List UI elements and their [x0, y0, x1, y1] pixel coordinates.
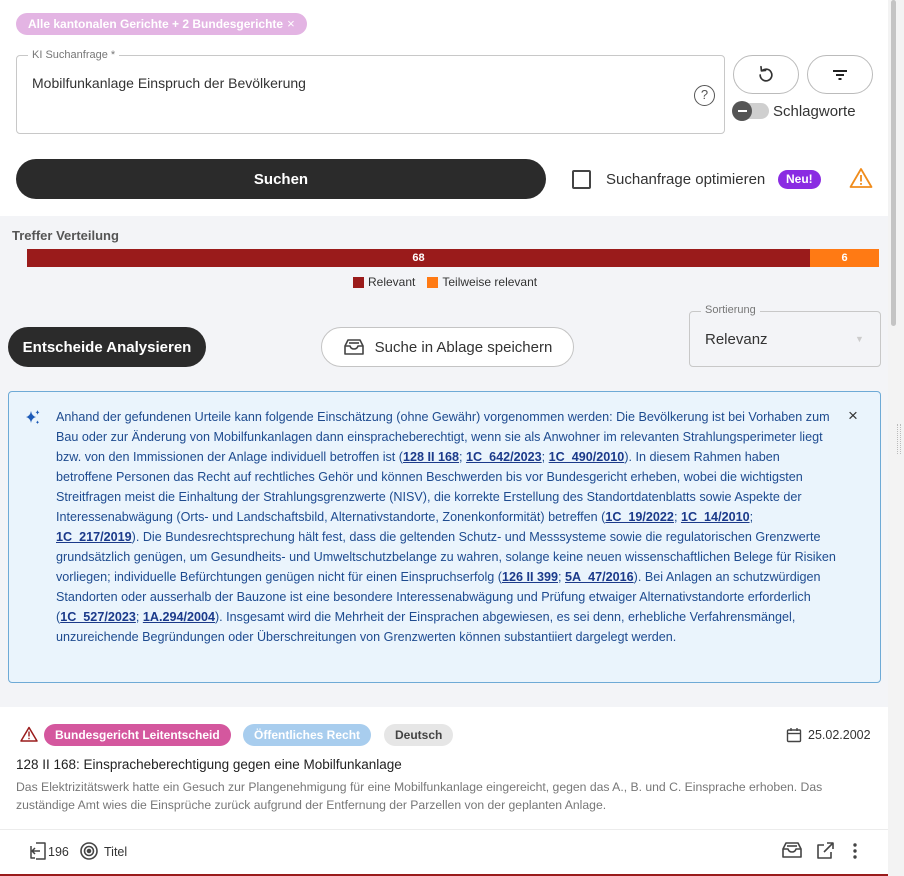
keywords-label: Schlagworte [773, 103, 856, 120]
citation-link[interactable]: 5A_47/2016 [565, 570, 634, 584]
ai-query-value[interactable]: Mobilfunkanlage Einspruch der Bevölkerun… [32, 75, 306, 91]
court-filter-chip[interactable]: Alle kantonalen Gerichte + 2 Bundesgeric… [16, 13, 307, 35]
warning-icon[interactable] [20, 726, 38, 742]
chevron-down-icon[interactable]: ▼ [855, 334, 864, 344]
divider [0, 829, 888, 830]
partial-bar[interactable]: 6 [810, 249, 879, 267]
court-filter-label: Alle kantonalen Gerichte + 2 Bundesgeric… [28, 17, 284, 31]
result-summary: Das Elektrizitätswerk hatte ein Gesuch z… [16, 780, 823, 812]
relevant-bar[interactable]: 68 [27, 249, 810, 267]
citation-link[interactable]: 126 II 399 [502, 570, 558, 584]
citation-link[interactable]: 1C_490/2010 [549, 450, 625, 464]
separator: ; [673, 510, 681, 524]
legend-swatch-partial [427, 276, 439, 288]
ai-summary-text: Anhand der gefundenen Urteile kann folge… [56, 407, 836, 647]
badge-leading-decision: Bundesgericht Leitentscheid [44, 724, 231, 746]
close-icon[interactable]: × [287, 13, 295, 35]
citations-icon [30, 842, 46, 860]
resize-handle[interactable] [897, 424, 901, 454]
sparkle-icon [26, 410, 40, 424]
analyse-decisions-button[interactable]: Entscheide Analysieren [8, 327, 206, 367]
citation-link[interactable]: 128 II 168 [403, 450, 459, 464]
ai-query-field[interactable] [16, 55, 725, 134]
refresh-icon [759, 65, 773, 82]
separator: ; [541, 450, 549, 464]
distribution-title: Treffer Verteilung [12, 228, 119, 243]
match-type: Titel [104, 845, 128, 859]
separator: ; [749, 510, 754, 524]
citation-link[interactable]: 1C_527/2023 [60, 610, 136, 624]
toggle-knob [732, 101, 752, 121]
save-search-label: Suche in Ablage speichern [374, 338, 553, 356]
sort-value[interactable]: Relevanz [705, 331, 768, 348]
search-panel: Alle kantonalen Gerichte + 2 Bundesgeric… [0, 0, 888, 216]
legend-relevant: Relevant [368, 275, 416, 289]
badge-language: Deutsch [384, 724, 454, 746]
save-search-button[interactable]: Suche in Ablage speichern [321, 327, 574, 367]
filter-icon [833, 69, 847, 80]
distribution-legend: Relevant Teilweise relevant [353, 275, 537, 289]
open-external-icon[interactable] [815, 841, 835, 861]
citation-count: 196 [48, 845, 69, 859]
more-vertical-icon[interactable] [847, 841, 863, 861]
badge-public-law: Öffentliches Recht [243, 724, 372, 746]
calendar-icon [786, 728, 802, 743]
keywords-toggle[interactable] [732, 101, 769, 121]
legend-swatch-relevant [353, 276, 364, 288]
target-icon [80, 842, 98, 860]
legend-partial: Teilweise relevant [442, 275, 538, 289]
reset-button[interactable] [733, 55, 799, 94]
ai-query-label: KI Suchanfrage * [28, 49, 120, 61]
search-button[interactable]: Suchen [16, 159, 546, 199]
help-icon[interactable]: ? [694, 85, 715, 106]
inbox-icon [343, 339, 364, 355]
scrollbar-thumb[interactable] [891, 0, 896, 326]
citation-link[interactable]: 1C_14/2010 [681, 510, 750, 524]
new-badge: Neu! [778, 170, 821, 189]
citation-link[interactable]: 1C_217/2019 [56, 530, 132, 544]
inbox-icon[interactable] [781, 841, 803, 859]
optimize-label[interactable]: Suchanfrage optimieren [606, 171, 765, 188]
separator: ; [135, 610, 143, 624]
close-icon[interactable]: × [848, 407, 858, 424]
warning-icon[interactable] [849, 167, 873, 189]
optimize-checkbox[interactable] [572, 170, 591, 189]
result-title[interactable]: 128 II 168: Einspracheberechtigung gegen… [16, 757, 402, 772]
citation-link[interactable]: 1A.294/2004 [143, 610, 215, 624]
filter-button[interactable] [807, 55, 873, 94]
separator: ; [558, 570, 565, 584]
separator: ; [459, 450, 467, 464]
citation-link[interactable]: 1C_19/2022 [605, 510, 674, 524]
sort-label: Sortierung [701, 304, 760, 316]
citation-link[interactable]: 1C_642/2023 [466, 450, 542, 464]
decision-date: 25.02.2002 [808, 728, 871, 742]
